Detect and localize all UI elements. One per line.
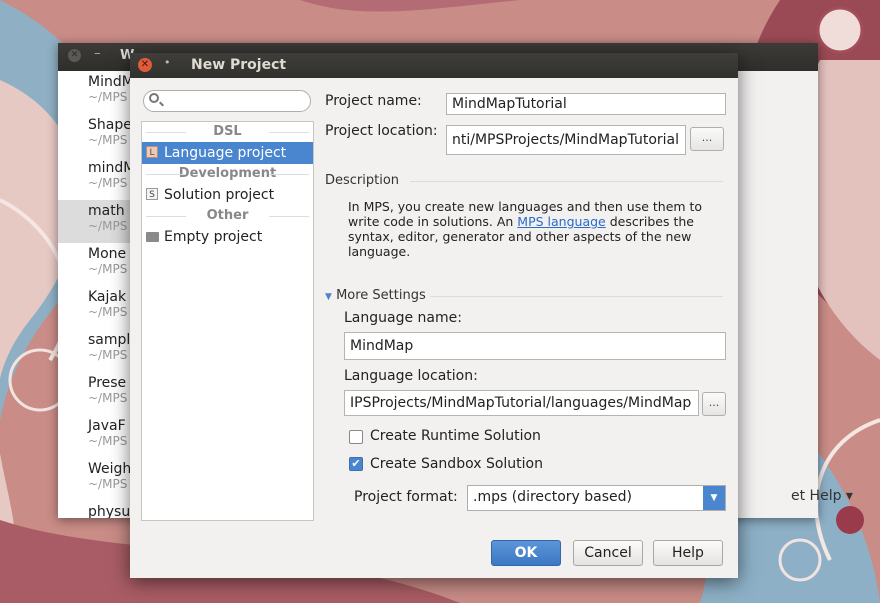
- cancel-button[interactable]: Cancel: [573, 540, 643, 566]
- project-name-field[interactable]: MindMapTutorial: [446, 93, 726, 115]
- minimize-icon[interactable]: –: [94, 46, 101, 61]
- recent-project-name: Shape: [88, 117, 130, 133]
- recent-project-item[interactable]: Weigh ~/MPS: [58, 458, 130, 501]
- recent-project-path: ~/MPS: [88, 176, 128, 190]
- tree-item-label: Language project: [164, 145, 287, 161]
- checkmark-icon: ✔: [351, 457, 361, 470]
- language-icon: L: [146, 146, 158, 158]
- project-location-label: Project location:: [325, 123, 438, 139]
- recent-project-name: Weigh: [88, 461, 130, 477]
- project-format-value: .mps (directory based): [473, 489, 632, 505]
- recent-project-item[interactable]: Kajak ~/MPS: [58, 286, 130, 329]
- tree-item-label: Solution project: [164, 187, 275, 203]
- create-sandbox-label: Create Sandbox Solution: [370, 456, 543, 472]
- pin-icon[interactable]: •: [164, 56, 171, 69]
- recent-project-item[interactable]: MindM ~/MPS: [58, 71, 130, 114]
- recent-project-name: Mone: [88, 246, 127, 262]
- recent-project-name: Prese: [88, 375, 127, 391]
- project-location-field[interactable]: nti/MPSProjects/MindMapTutorial: [446, 125, 686, 155]
- recent-project-path: ~/MPS: [88, 348, 128, 362]
- expand-arrow-icon: ▼: [325, 292, 332, 302]
- search-input[interactable]: [143, 90, 311, 112]
- new-project-dialog: ✕ • New Project DSL L Language project D…: [130, 53, 738, 578]
- browse-language-location-button[interactable]: ...: [702, 392, 726, 416]
- recent-project-path: ~/MPS: [88, 434, 128, 448]
- recent-projects-list: MindM ~/MPS Shape ~/MPS mindM ~/MPS math ~/M…: [58, 71, 130, 518]
- get-help-link[interactable]: et Help ▾: [791, 488, 853, 504]
- recent-project-path: ~/MPS: [88, 219, 128, 233]
- recent-project-item[interactable]: Mone ~/MPS: [58, 243, 130, 286]
- more-settings-toggle[interactable]: ▼ More Settings: [325, 288, 426, 303]
- tree-group-development: Development: [142, 164, 313, 184]
- recent-project-item[interactable]: math ~/MPS: [58, 200, 130, 243]
- tree-item-label: Empty project: [164, 229, 263, 245]
- description-text: In MPS, you create new languages and the…: [348, 199, 708, 259]
- recent-project-name: Kajak: [88, 289, 127, 305]
- project-type-tree: DSL L Language project Development S Sol…: [141, 121, 314, 521]
- browse-project-location-button[interactable]: ...: [690, 127, 724, 151]
- folder-icon: [146, 232, 159, 242]
- description-heading: Description: [325, 173, 400, 188]
- create-runtime-checkbox[interactable]: [349, 430, 363, 444]
- create-sandbox-checkbox[interactable]: ✔: [349, 457, 363, 471]
- recent-project-name: math: [88, 203, 125, 219]
- project-format-select[interactable]: .mps (directory based) ▼: [467, 485, 726, 511]
- divider: [410, 181, 723, 182]
- recent-project-path: ~/MPS: [88, 305, 128, 319]
- recent-project-item[interactable]: JavaF ~/MPS: [58, 415, 130, 458]
- more-settings-label: More Settings: [336, 288, 426, 303]
- recent-project-path: ~/MPS: [88, 90, 128, 104]
- recent-project-item[interactable]: Prese ~/MPS: [58, 372, 130, 415]
- recent-project-item[interactable]: mindM ~/MPS: [58, 157, 130, 200]
- ok-button[interactable]: OK: [491, 540, 561, 566]
- create-runtime-label: Create Runtime Solution: [370, 428, 541, 444]
- project-name-label: Project name:: [325, 93, 422, 109]
- solution-icon: S: [146, 188, 158, 200]
- dialog-titlebar: ✕ • New Project: [130, 53, 738, 78]
- language-name-label: Language name:: [344, 310, 462, 326]
- dialog-title: New Project: [191, 57, 287, 73]
- close-icon[interactable]: ✕: [138, 58, 152, 72]
- recent-project-item[interactable]: sampl ~/MPS: [58, 329, 130, 372]
- tree-group-other: Other: [142, 206, 313, 226]
- help-button[interactable]: Help: [653, 540, 723, 566]
- recent-project-name: sampl: [88, 332, 130, 348]
- recent-project-path: ~/MPS: [88, 391, 128, 405]
- search-icon: [149, 93, 159, 103]
- recent-project-name: JavaF: [88, 418, 126, 434]
- project-format-label: Project format:: [354, 489, 458, 505]
- recent-project-item[interactable]: Shape ~/MPS: [58, 114, 130, 157]
- chevron-down-icon[interactable]: ▼: [703, 486, 725, 510]
- divider: [430, 296, 723, 297]
- recent-project-item[interactable]: physu: [58, 501, 130, 518]
- close-icon[interactable]: ✕: [68, 49, 81, 62]
- language-name-field[interactable]: MindMap: [344, 332, 726, 360]
- tree-group-dsl: DSL: [142, 122, 313, 142]
- mps-language-link[interactable]: MPS language: [517, 214, 605, 229]
- tree-item-empty-project[interactable]: Empty project: [142, 226, 313, 248]
- language-location-label: Language location:: [344, 368, 478, 384]
- recent-project-path: ~/MPS: [88, 262, 128, 276]
- recent-project-name: MindM: [88, 74, 130, 90]
- recent-project-name: mindM: [88, 160, 130, 176]
- tree-item-solution-project[interactable]: S Solution project: [142, 184, 313, 206]
- recent-project-path: ~/MPS: [88, 133, 128, 147]
- recent-project-path: ~/MPS: [88, 477, 128, 491]
- recent-project-name: physu: [88, 504, 130, 518]
- language-location-field[interactable]: IPSProjects/MindMapTutorial/languages/Mi…: [344, 390, 699, 416]
- tree-item-language-project[interactable]: L Language project: [142, 142, 313, 164]
